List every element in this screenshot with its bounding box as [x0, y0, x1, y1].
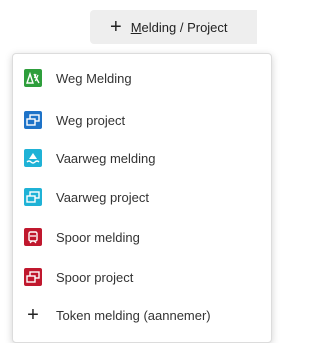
plus-icon: + — [27, 304, 39, 326]
melding-project-button[interactable]: + Melding / Project — [90, 10, 257, 44]
melding-project-label: Melding / Project — [130, 19, 228, 35]
menu-item-label: Token melding (aannemer) — [56, 307, 211, 323]
menu-item-label: Vaarweg project — [56, 189, 149, 205]
menu-item-spoor-melding[interactable]: Spoor melding — [24, 225, 140, 249]
plus-icon: + — [110, 16, 122, 38]
menu-item-spoor-project[interactable]: Spoor project — [24, 265, 133, 289]
rail-warning-icon — [24, 228, 42, 246]
menu-item-vaarweg-project[interactable]: Vaarweg project — [24, 185, 149, 209]
menu-item-label: Spoor project — [56, 269, 134, 285]
menu-item-label: Spoor melding — [56, 229, 140, 245]
menu-item-label: Vaarweg melding — [56, 150, 156, 166]
rail-project-icon — [24, 268, 42, 286]
waterway-project-icon — [24, 188, 42, 206]
road-warning-icon — [24, 69, 42, 87]
menu-item-weg-project[interactable]: Weg project — [24, 108, 125, 132]
menu-item-label: Weg Melding — [56, 70, 132, 86]
menu-item-token-melding[interactable]: + Token melding (aannemer) — [24, 303, 211, 327]
menu-item-label: Weg project — [56, 112, 126, 128]
menu-item-vaarweg-melding[interactable]: Vaarweg melding — [24, 146, 155, 170]
waterway-warning-icon — [24, 149, 42, 167]
menu-item-weg-melding[interactable]: Weg Melding — [24, 66, 132, 90]
road-project-icon — [24, 111, 42, 129]
